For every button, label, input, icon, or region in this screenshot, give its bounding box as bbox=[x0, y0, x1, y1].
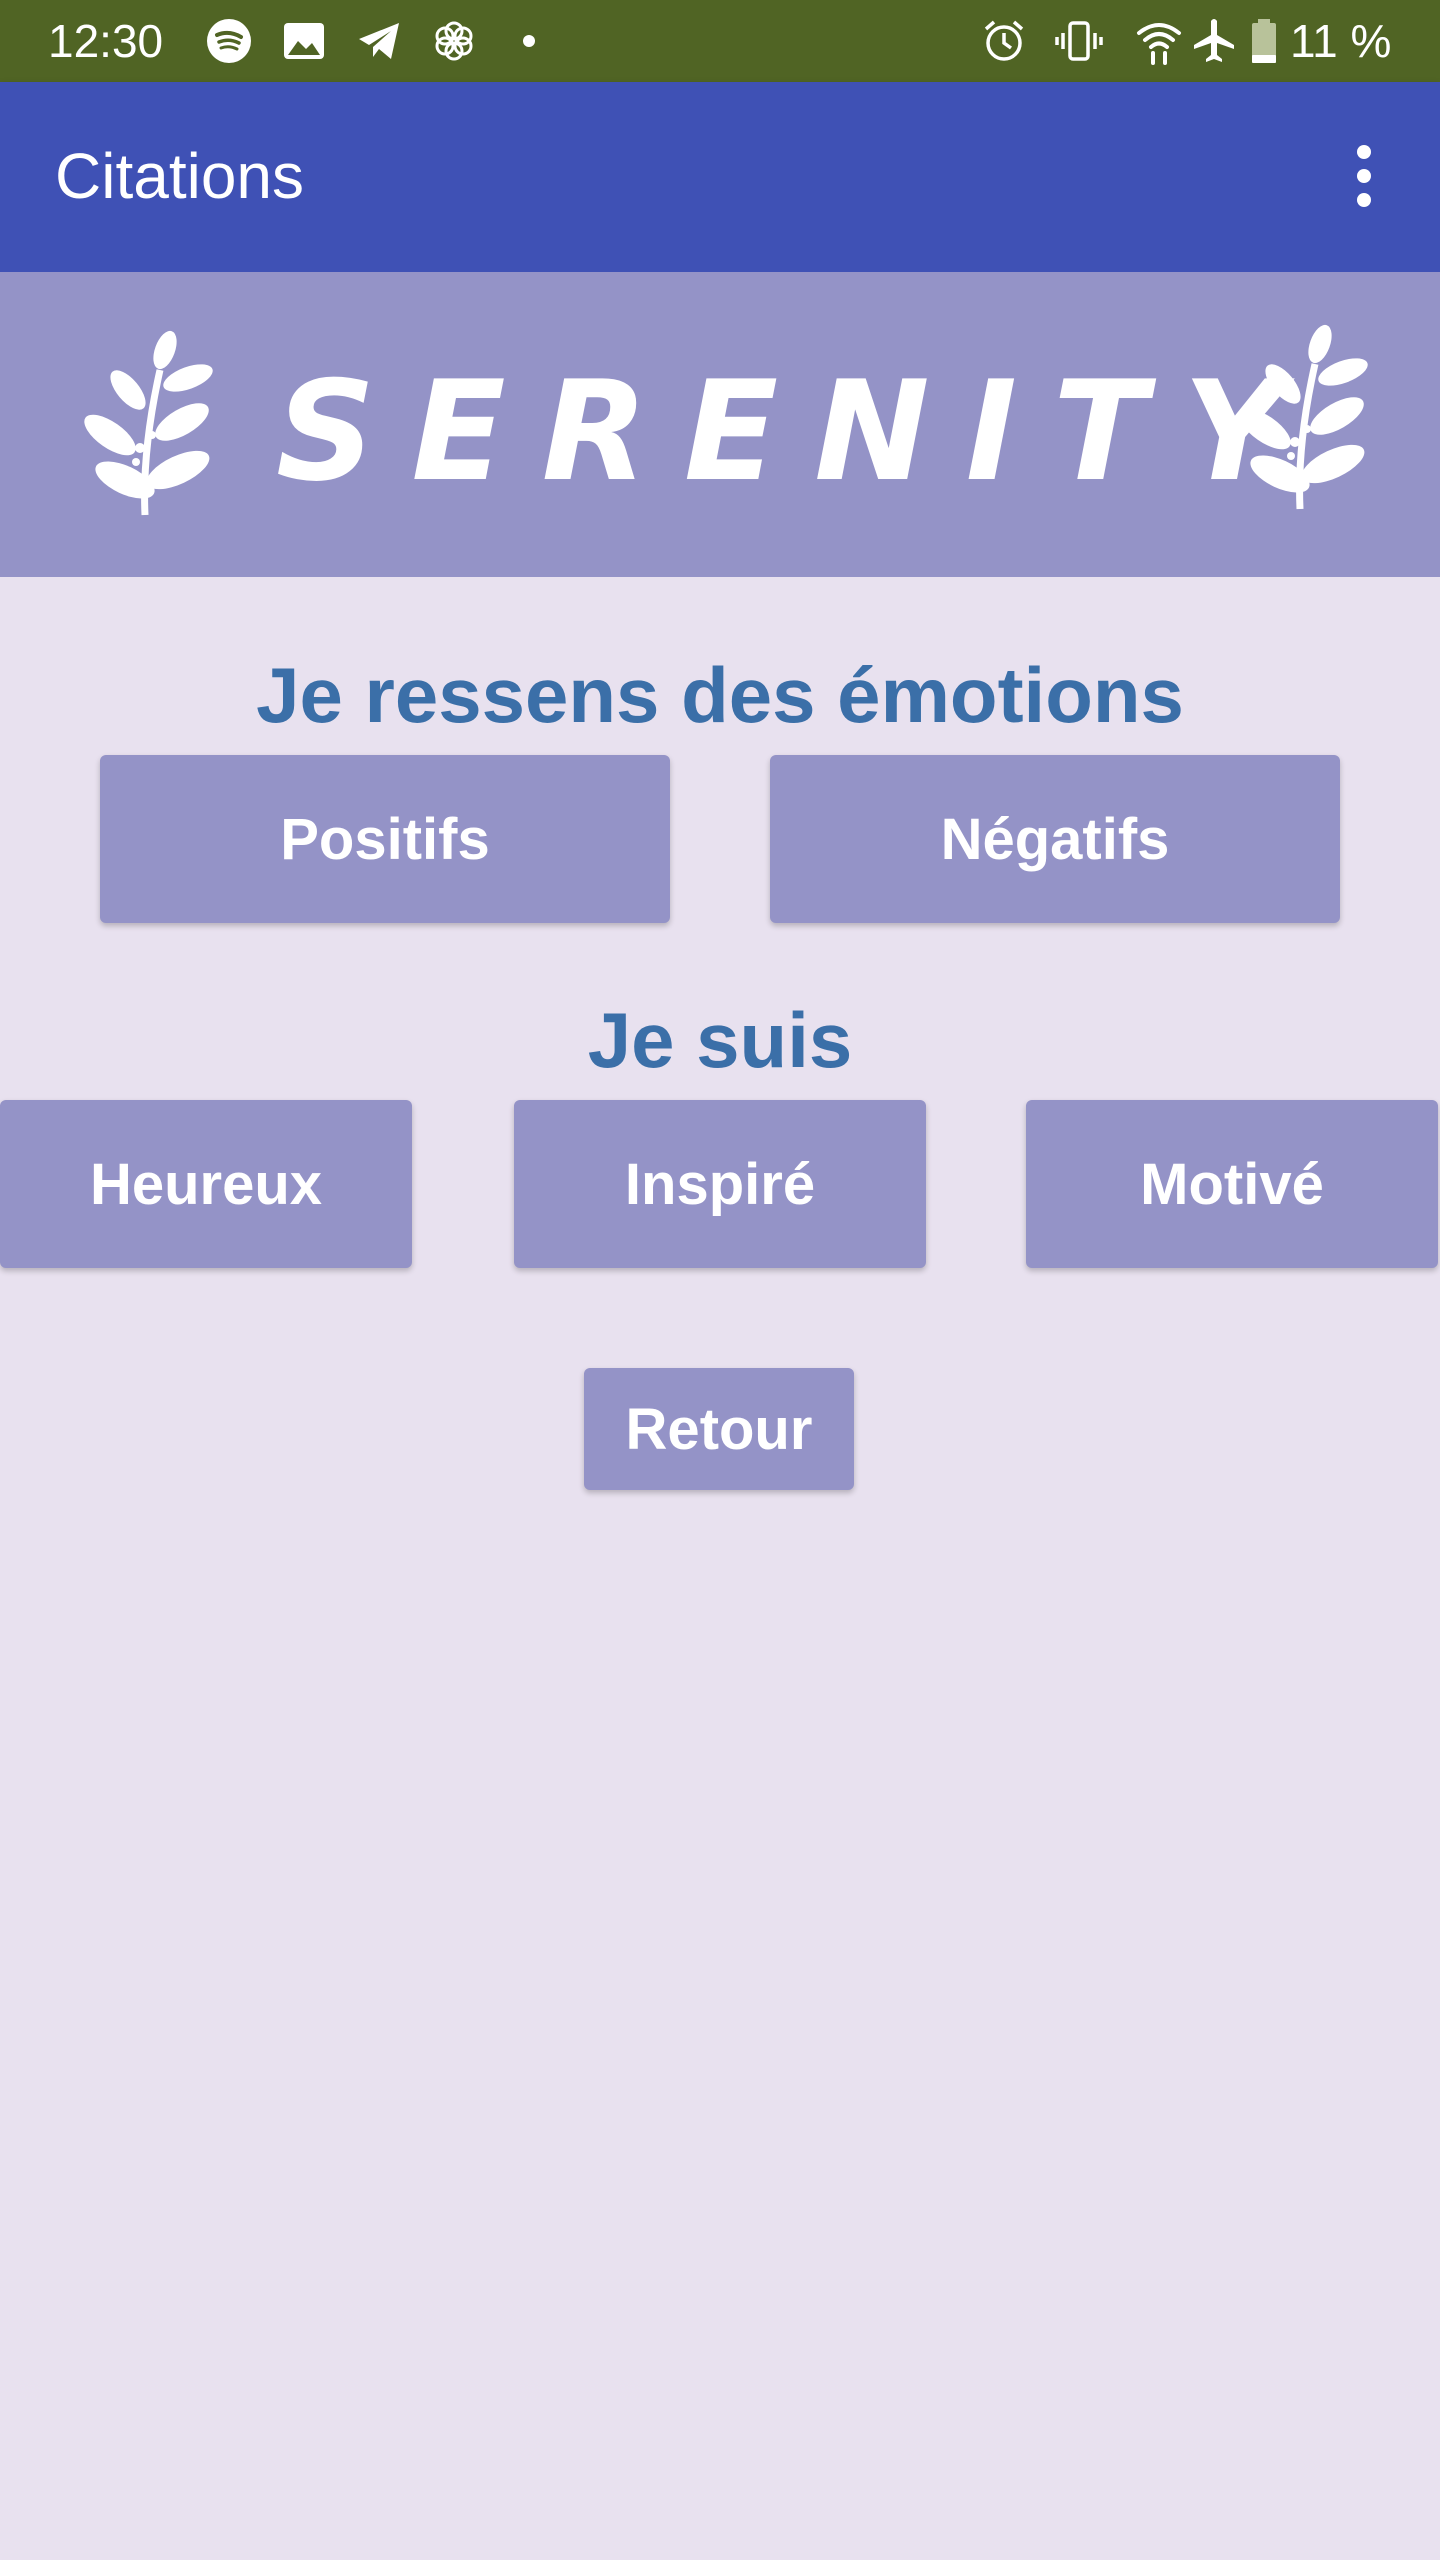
happy-button[interactable]: Heureux bbox=[0, 1100, 412, 1268]
negative-emotions-button[interactable]: Négatifs bbox=[770, 755, 1340, 923]
status-bar: 12:30 11 % bbox=[0, 0, 1440, 82]
spotify-icon bbox=[205, 17, 253, 65]
serenity-banner: SERENITY bbox=[0, 272, 1440, 577]
flower-icon bbox=[430, 17, 478, 65]
status-time: 12:30 bbox=[48, 15, 164, 67]
back-button[interactable]: Retour bbox=[584, 1368, 854, 1490]
inspired-button[interactable]: Inspiré bbox=[514, 1100, 926, 1268]
vibrate-icon bbox=[1055, 17, 1103, 65]
alarm-icon bbox=[980, 17, 1028, 65]
app-title: Citations bbox=[55, 140, 304, 212]
app-bar: Citations bbox=[0, 82, 1440, 272]
more-options-button[interactable] bbox=[1336, 140, 1392, 212]
dot-icon bbox=[505, 17, 553, 65]
image-icon bbox=[280, 17, 328, 65]
leaf-branch-icon bbox=[70, 330, 220, 520]
battery-icon bbox=[1240, 17, 1288, 65]
telegram-icon bbox=[355, 17, 403, 65]
wifi-icon bbox=[1135, 17, 1183, 65]
emotions-heading: Je ressens des émotions bbox=[256, 651, 1184, 739]
mood-heading: Je suis bbox=[587, 996, 853, 1084]
positive-emotions-button[interactable]: Positifs bbox=[100, 755, 670, 923]
motivated-button[interactable]: Motivé bbox=[1026, 1100, 1438, 1268]
more-vert-icon bbox=[1357, 145, 1371, 207]
battery-percentage: 11 % bbox=[1290, 15, 1392, 67]
airplane-icon bbox=[1190, 17, 1238, 65]
leaf-branch-icon bbox=[1225, 324, 1375, 514]
serenity-logo: SERENITY bbox=[276, 351, 1320, 512]
